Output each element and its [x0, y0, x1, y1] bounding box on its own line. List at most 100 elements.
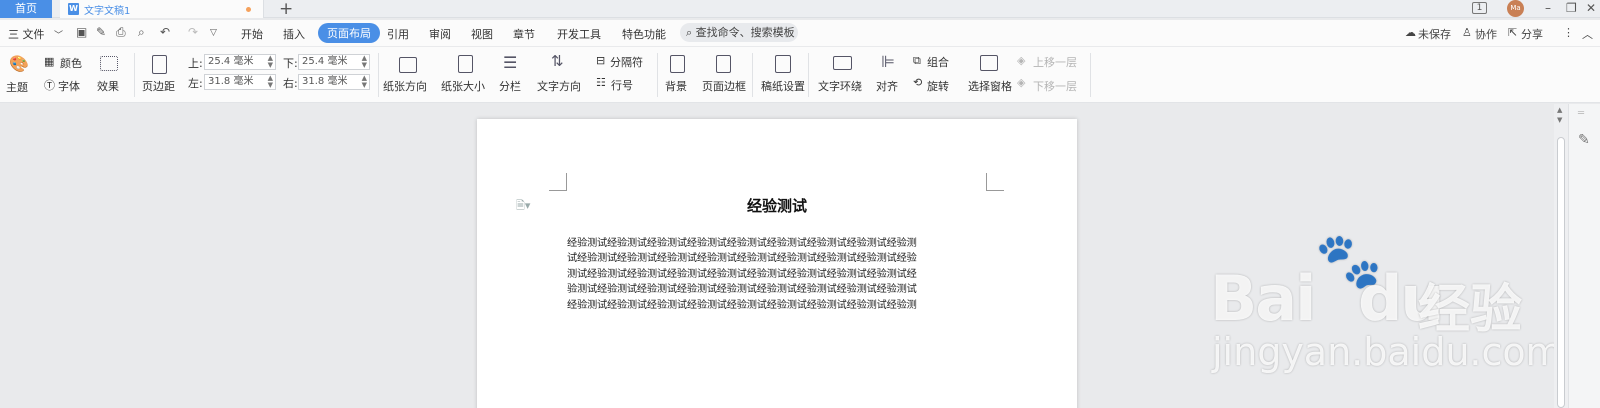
group-icon: ⧉	[913, 54, 921, 67]
undo-icon[interactable]: ↶	[160, 25, 170, 39]
tab-chapter[interactable]: 章节	[513, 26, 535, 42]
edit-pen-icon[interactable]: ✎	[1578, 132, 1590, 148]
margin-right-value: 31.8 毫米	[302, 76, 348, 87]
spinner-icon[interactable]: ▲ ▼	[362, 75, 367, 89]
background-button[interactable]: 背景	[665, 78, 687, 94]
theme-button[interactable]: 主题	[6, 79, 28, 95]
font-button[interactable]: 字体	[58, 78, 80, 94]
text-wrap-button[interactable]: 文字环绕	[818, 78, 862, 94]
columns-button[interactable]: 分栏	[499, 78, 521, 94]
print-preview-icon[interactable]: ⌕	[138, 25, 145, 40]
manuscript-button[interactable]: 稿纸设置	[761, 78, 805, 94]
align-icon[interactable]: ⊫	[881, 52, 895, 71]
margin-left-label: 左:	[188, 77, 203, 90]
new-tab-button[interactable]: +	[279, 0, 293, 19]
document-tab-title: 文字文稿1	[84, 6, 131, 17]
text-direction-icon[interactable]: ⇅	[551, 52, 564, 70]
close-icon[interactable]: ✕	[1586, 0, 1596, 18]
file-menu[interactable]: 三 文件	[8, 26, 45, 42]
scroll-top-icon[interactable]: ▼	[1557, 116, 1562, 124]
quick-access-more-icon[interactable]: ▽	[210, 28, 217, 38]
margin-bottom-field[interactable]: 25.4 毫米 ▲ ▼	[298, 54, 370, 70]
margin-right-label: 右:	[283, 77, 298, 90]
columns-icon[interactable]: ☰	[503, 53, 517, 72]
margin-bottom-label: 下:	[283, 57, 298, 70]
color-button[interactable]: 颜色	[60, 55, 82, 71]
text-direction-button[interactable]: 文字方向	[537, 78, 581, 94]
minimize-icon[interactable]: –	[1545, 0, 1551, 18]
spinner-icon[interactable]: ▲ ▼	[268, 55, 273, 69]
document-tab[interactable]: W 文字文稿1	[60, 0, 264, 18]
selection-pane-icon[interactable]	[980, 55, 998, 71]
scrollbar-thumb[interactable]	[1557, 137, 1565, 408]
spinner-icon[interactable]: ▲ ▼	[362, 55, 367, 69]
margins-button[interactable]: 页边距	[142, 78, 175, 94]
page-border-icon[interactable]	[716, 55, 731, 73]
tab-home[interactable]: 开始	[241, 26, 263, 42]
bring-forward-button[interactable]: 上移一层	[1033, 54, 1077, 70]
font-icon: Ⓣ	[44, 79, 55, 92]
redo-icon[interactable]: ↷	[188, 25, 198, 39]
home-tab[interactable]: 首页	[0, 0, 52, 18]
more-options-icon[interactable]: ⋮	[1563, 26, 1574, 39]
text-wrap-icon[interactable]	[833, 56, 852, 70]
effect-button[interactable]: 效果	[97, 78, 119, 94]
tab-developer[interactable]: 开发工具	[557, 26, 601, 42]
file-menu-chevron-icon[interactable]: ﹀	[54, 28, 63, 41]
divider	[657, 53, 658, 97]
manuscript-icon[interactable]	[775, 55, 791, 73]
page-border-button[interactable]: 页面边框	[702, 78, 746, 94]
tab-references[interactable]: 引用	[387, 26, 409, 42]
margin-top-field[interactable]: 25.4 毫米 ▲ ▼	[204, 54, 276, 70]
collaborate-button[interactable]: 协作	[1475, 26, 1497, 42]
separator-button[interactable]: 分隔符	[610, 54, 643, 70]
margin-top-label: 上:	[188, 57, 203, 70]
format-painter-icon[interactable]: ✎	[96, 25, 106, 39]
tab-insert[interactable]: 插入	[283, 26, 305, 42]
orientation-button[interactable]: 纸张方向	[383, 78, 427, 94]
margin-right-field[interactable]: 31.8 毫米 ▲ ▼	[298, 74, 370, 90]
document-page[interactable]: 🗎▾ 经验测试 经验测试经验测试经验测试经验测试经验测试经验测试经验测试经验测试…	[477, 119, 1077, 408]
page-count-indicator[interactable]: 1	[1472, 2, 1487, 14]
body-line: 经验测试经验测试经验测试经验测试经验测试经验测试经验测试经验测试经验测	[567, 238, 917, 249]
tab-review[interactable]: 审阅	[429, 26, 451, 42]
print-icon[interactable]: ⎙	[116, 25, 126, 40]
rotate-button[interactable]: 旋转	[927, 78, 949, 94]
collapse-ribbon-icon[interactable]: ︿	[1582, 26, 1593, 42]
margins-icon[interactable]	[152, 55, 167, 74]
send-backward-button[interactable]: 下移一层	[1033, 78, 1077, 94]
paper-size-button[interactable]: 纸张大小	[441, 78, 485, 94]
restore-icon[interactable]: ❐	[1566, 0, 1577, 18]
theme-icon[interactable]: 🎨	[9, 54, 29, 73]
document-title[interactable]: 经验测试	[477, 195, 1077, 216]
line-number-button[interactable]: 行号	[611, 77, 633, 93]
effect-icon[interactable]	[100, 56, 118, 71]
align-button[interactable]: 对齐	[876, 78, 898, 94]
unsaved-button[interactable]: 未保存	[1418, 26, 1451, 42]
paper-size-icon[interactable]	[458, 55, 473, 73]
document-workspace: 🗎▾ 经验测试 经验测试经验测试经验测试经验测试经验测试经验测试经验测试经验测试…	[0, 104, 1563, 408]
share-button[interactable]: 分享	[1521, 26, 1543, 42]
margin-corner-marker	[549, 173, 567, 191]
body-line: 测试经验测试经验测试经验测试经验测试经验测试经验测试经验测试经验测试经	[567, 268, 917, 280]
background-icon[interactable]	[670, 55, 685, 73]
save-icon[interactable]: ▣	[76, 25, 87, 39]
user-icon: ♙	[1462, 26, 1472, 39]
spinner-icon[interactable]: ▲ ▼	[268, 75, 273, 89]
group-button[interactable]: 组合	[927, 54, 949, 70]
sidebar-grip-icon[interactable]: ═	[1578, 108, 1584, 119]
scroll-up-icon[interactable]: ▲	[1557, 106, 1562, 114]
command-search-input[interactable]: ⌕ 查找命令、搜索模板	[680, 23, 798, 42]
selection-pane-button[interactable]: 选择窗格	[968, 78, 1012, 94]
orientation-icon[interactable]	[399, 57, 417, 73]
watermark-url: jingyan.baidu.com	[1212, 330, 1563, 374]
right-sidebar: ═ ✎	[1568, 104, 1600, 408]
command-search-placeholder: 查找命令、搜索模板	[695, 26, 795, 39]
avatar[interactable]: Ma	[1507, 0, 1524, 17]
tab-page-layout[interactable]: 页面布局	[318, 23, 380, 43]
document-body[interactable]: 经验测试经验测试经验测试经验测试经验测试经验测试经验测试经验测试经验测 试经验测…	[567, 236, 989, 313]
tab-view[interactable]: 视图	[471, 26, 493, 42]
margin-left-field[interactable]: 31.8 毫米 ▲ ▼	[204, 74, 276, 90]
tab-special-features[interactable]: 特色功能	[622, 26, 666, 42]
vertical-scrollbar[interactable]: ▲ ▼	[1554, 104, 1568, 408]
